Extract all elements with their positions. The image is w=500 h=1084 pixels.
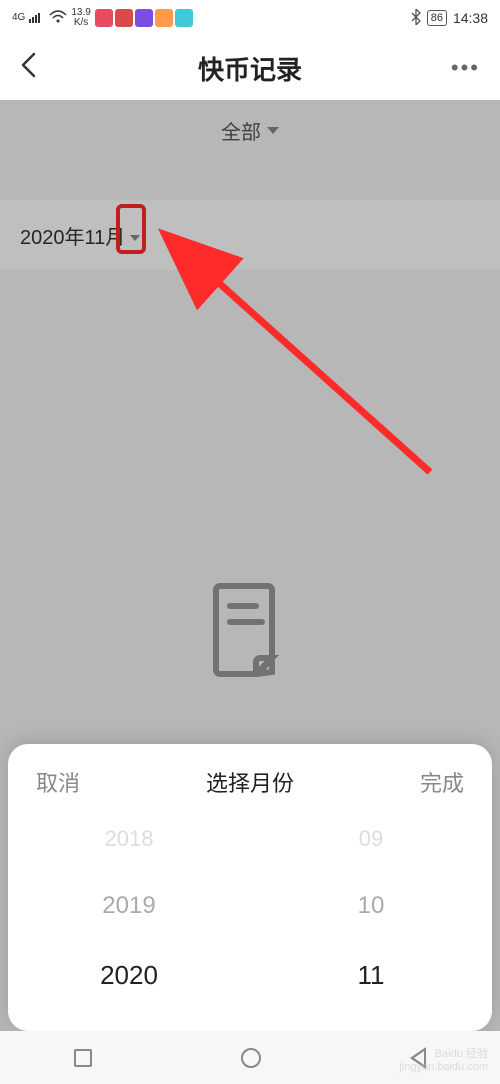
page-title: 快币记录: [198, 50, 302, 87]
month-picker: 取消 选择月份 完成 2018 2019 2020 09 10 11: [8, 744, 492, 1031]
more-button[interactable]: •••: [450, 55, 480, 81]
wifi-icon: [49, 10, 67, 27]
home-button[interactable]: [241, 1048, 261, 1068]
status-right: 86 14:38: [411, 9, 488, 28]
status-left: 4G 13.9 K/s: [12, 8, 193, 28]
bluetooth-icon: [411, 9, 421, 28]
app-header: 快币记录 •••: [0, 36, 500, 100]
app-icon: [155, 9, 173, 27]
notification-icons: [95, 9, 193, 27]
picker-month-selected[interactable]: 11: [358, 960, 385, 991]
app-icon: [175, 9, 193, 27]
app-icon: [115, 9, 133, 27]
picker-month-option[interactable]: 09: [359, 826, 383, 852]
picker-year-option[interactable]: 2018: [105, 826, 154, 852]
picker-year-selected[interactable]: 2020: [100, 960, 158, 991]
app-icon: [95, 9, 113, 27]
status-bar: 4G 13.9 K/s 86 14:38: [0, 0, 500, 36]
picker-month-option[interactable]: 10: [358, 892, 385, 920]
recent-apps-button[interactable]: [74, 1049, 92, 1067]
signal-icon: [29, 10, 45, 26]
picker-title: 选择月份: [206, 766, 294, 798]
app-icon: [135, 9, 153, 27]
battery-indicator: 86: [427, 10, 447, 26]
done-button[interactable]: 完成: [420, 766, 464, 798]
watermark: Baidu 经验 jingyan.baidu.com: [399, 1048, 488, 1074]
picker-header: 取消 选择月份 完成: [8, 744, 492, 816]
clock: 14:38: [453, 10, 488, 26]
picker-body: 2018 2019 2020 09 10 11: [8, 816, 492, 1021]
picker-year-option[interactable]: 2019: [102, 892, 155, 920]
cancel-button[interactable]: 取消: [36, 766, 80, 798]
network-speed: 13.9 K/s: [71, 8, 90, 28]
network-type: 4G: [12, 13, 25, 23]
month-column[interactable]: 09 10 11: [250, 826, 492, 991]
year-column[interactable]: 2018 2019 2020: [8, 826, 250, 991]
back-button[interactable]: [20, 52, 50, 85]
